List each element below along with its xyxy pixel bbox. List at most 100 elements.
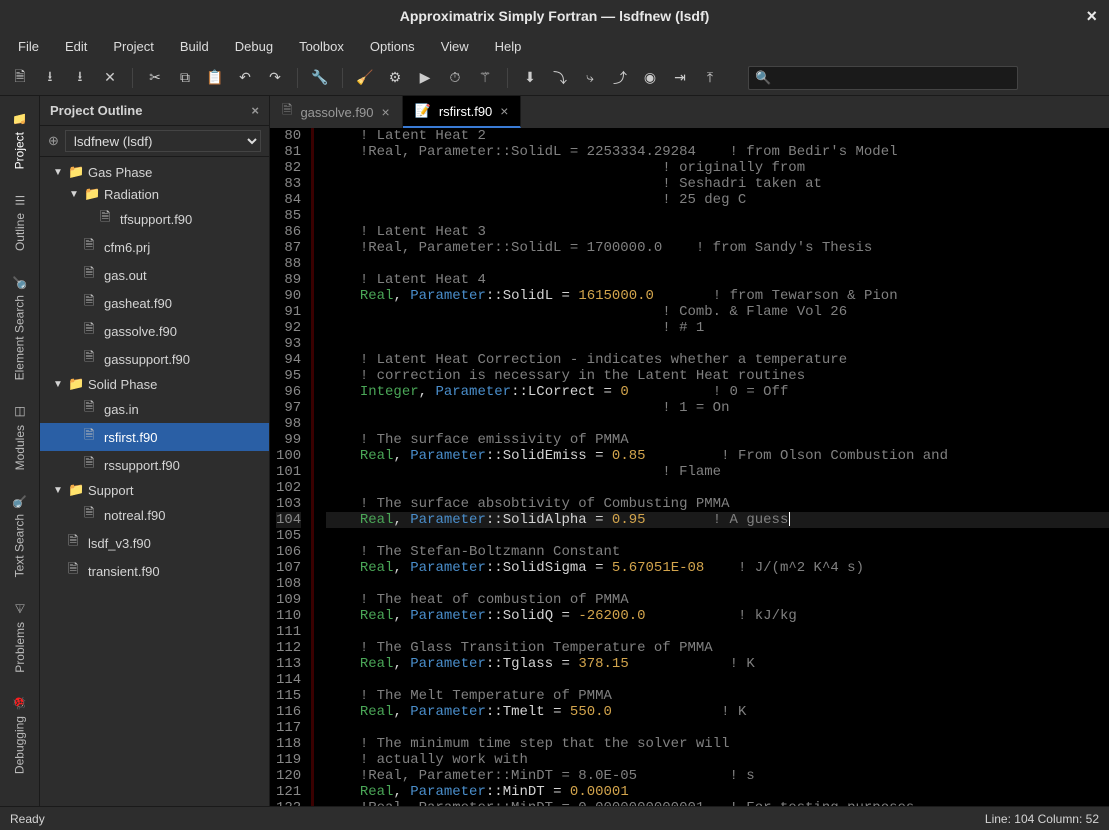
tree-rsfirst-f90[interactable]: 🗎rsfirst.f90 [40,423,269,451]
file-icon: 🗎 [84,320,100,342]
tree-cfm6-prj[interactable]: 🗎cfm6.prj [40,233,269,261]
close-icon[interactable]: × [1086,6,1097,27]
toolbar-separator [507,68,508,88]
run-icon[interactable]: ▶ [413,66,437,90]
wrench-icon[interactable]: 🔧 [308,66,332,90]
file-icon: 🗎 [100,208,116,230]
folder-icon: 📁 [68,482,84,498]
file-icon: 🗎 [68,560,84,582]
menu-toolbox[interactable]: Toolbox [289,35,354,58]
toolbar-separator [297,68,298,88]
file-icon: 📝 [415,103,431,119]
file-icon: 🗎 [84,504,100,526]
menu-debug[interactable]: Debug [225,35,283,58]
gear-icon[interactable]: ⚙ [383,66,407,90]
side-panel: Project Outline × ⊕ lsdfnew (lsdf) ▼📁Gas… [40,96,270,806]
side-tab-modules[interactable]: Modules◫ [9,393,31,482]
file-icon: 🗎 [84,236,100,258]
close-file-icon[interactable]: ✕ [98,66,122,90]
breakpoint-icon[interactable]: ◉ [638,66,662,90]
step-over-icon[interactable]: ⤵ [548,66,572,90]
tree-gas-in[interactable]: 🗎gas.in [40,395,269,423]
step-out-icon[interactable]: ⤴ [608,66,632,90]
side-tab-element-search[interactable]: Element Search🔍 [8,263,31,392]
side-tab-debugging[interactable]: Debugging🐞 [8,684,31,786]
open-icon[interactable]: ⭳ [38,66,62,90]
tree-solid-phase[interactable]: ▼📁Solid Phase [40,373,269,395]
menu-project[interactable]: Project [103,35,163,58]
file-icon: 🗎 [68,532,84,554]
file-icon: 🗎 [84,292,100,314]
stopwatch-icon[interactable]: ⏱ [443,66,467,90]
side-tab-outline[interactable]: Outline☰ [9,181,31,263]
clean-icon[interactable]: 🧹 [353,66,377,90]
editor-tab-gassolve-f90[interactable]: 🗎gassolve.f90× [270,96,403,128]
toolbar-separator [342,68,343,88]
search-icon: 🔍 [755,70,771,86]
new-file-icon[interactable]: 🗎 [8,66,32,90]
redo-icon[interactable]: ↷ [263,66,287,90]
code-editor[interactable]: 8081828384858687888990919293949596979899… [270,128,1109,806]
statusbar: Ready Line: 104 Column: 52 [0,806,1109,830]
undo-icon[interactable]: ↶ [233,66,257,90]
folder-icon: 📁 [68,376,84,392]
tree-support[interactable]: ▼📁Support [40,479,269,501]
menu-options[interactable]: Options [360,35,425,58]
file-icon: 🗎 [84,398,100,420]
window-title: Approximatrix Simply Fortran — lsdfnew (… [400,8,710,24]
file-icon: 🗎 [84,264,100,286]
side-tab-text-search[interactable]: Text Search🔎 [8,482,31,589]
step-into-icon[interactable]: ⤷ [578,66,602,90]
tree-gassupport-f90[interactable]: 🗎gassupport.f90 [40,345,269,373]
tree-gasheat-f90[interactable]: 🗎gasheat.f90 [40,289,269,317]
bug-icon[interactable]: ⚚ [473,66,497,90]
file-icon: 🗎 [84,348,100,370]
status-left: Ready [10,812,45,826]
tree-gas-phase[interactable]: ▼📁Gas Phase [40,161,269,183]
tree-radiation[interactable]: ▼📁Radiation [40,183,269,205]
search-input[interactable] [777,70,1011,85]
continue-icon[interactable]: ⇥ [668,66,692,90]
toolbar-search[interactable]: 🔍 [748,66,1018,90]
menu-view[interactable]: View [431,35,479,58]
code-content[interactable]: ! Latent Heat 2 !Real, Parameter::SolidL… [314,128,1109,806]
stop-icon[interactable]: ⤒ [698,66,722,90]
tab-close-icon[interactable]: × [381,104,389,120]
paste-icon[interactable]: 📋 [203,66,227,90]
project-dropdown[interactable]: lsdfnew (lsdf) [65,130,261,152]
toolbar-separator [132,68,133,88]
save-icon[interactable]: ⭳ [68,66,92,90]
copy-icon[interactable]: ⧉ [173,66,197,90]
folder-icon: 📁 [68,164,84,180]
menu-build[interactable]: Build [170,35,219,58]
tree-lsdf_v3-f90[interactable]: 🗎lsdf_v3.f90 [40,529,269,557]
tab-close-icon[interactable]: × [500,103,508,119]
folder-icon: 📁 [84,186,100,202]
tree-tfsupport-f90[interactable]: 🗎tfsupport.f90 [40,205,269,233]
side-tab-project[interactable]: Project📁 [8,100,31,181]
file-icon: 🗎 [84,454,100,476]
cut-icon[interactable]: ✂ [143,66,167,90]
tree-gassolve-f90[interactable]: 🗎gassolve.f90 [40,317,269,345]
menubar: File Edit Project Build Debug Toolbox Options V… [0,32,1109,60]
line-gutter: 8081828384858687888990919293949596979899… [270,128,314,806]
titlebar: Approximatrix Simply Fortran — lsdfnew (… [0,0,1109,32]
file-icon: 🗎 [84,426,100,448]
tree-notreal-f90[interactable]: 🗎notreal.f90 [40,501,269,529]
menu-help[interactable]: Help [485,35,532,58]
tree-rssupport-f90[interactable]: 🗎rssupport.f90 [40,451,269,479]
editor-tab-rsfirst-f90[interactable]: 📝rsfirst.f90× [403,96,522,128]
menu-edit[interactable]: Edit [55,35,97,58]
project-tree: ▼📁Gas Phase▼📁Radiation🗎tfsupport.f90🗎cfm… [40,157,269,806]
tree-transient-f90[interactable]: 🗎transient.f90 [40,557,269,585]
panel-title: Project Outline [50,103,142,118]
tree-gas-out[interactable]: 🗎gas.out [40,261,269,289]
editor-tabs: 🗎gassolve.f90×📝rsfirst.f90× [270,96,1109,128]
step-icon[interactable]: ⬇ [518,66,542,90]
file-icon: 🗎 [282,101,292,123]
target-icon[interactable]: ⊕ [48,133,59,149]
panel-close-icon[interactable]: × [251,103,259,118]
left-tab-bar: Project📁Outline☰Element Search🔍Modules◫T… [0,96,40,806]
side-tab-problems[interactable]: Problems⚠ [9,590,31,685]
menu-file[interactable]: File [8,35,49,58]
